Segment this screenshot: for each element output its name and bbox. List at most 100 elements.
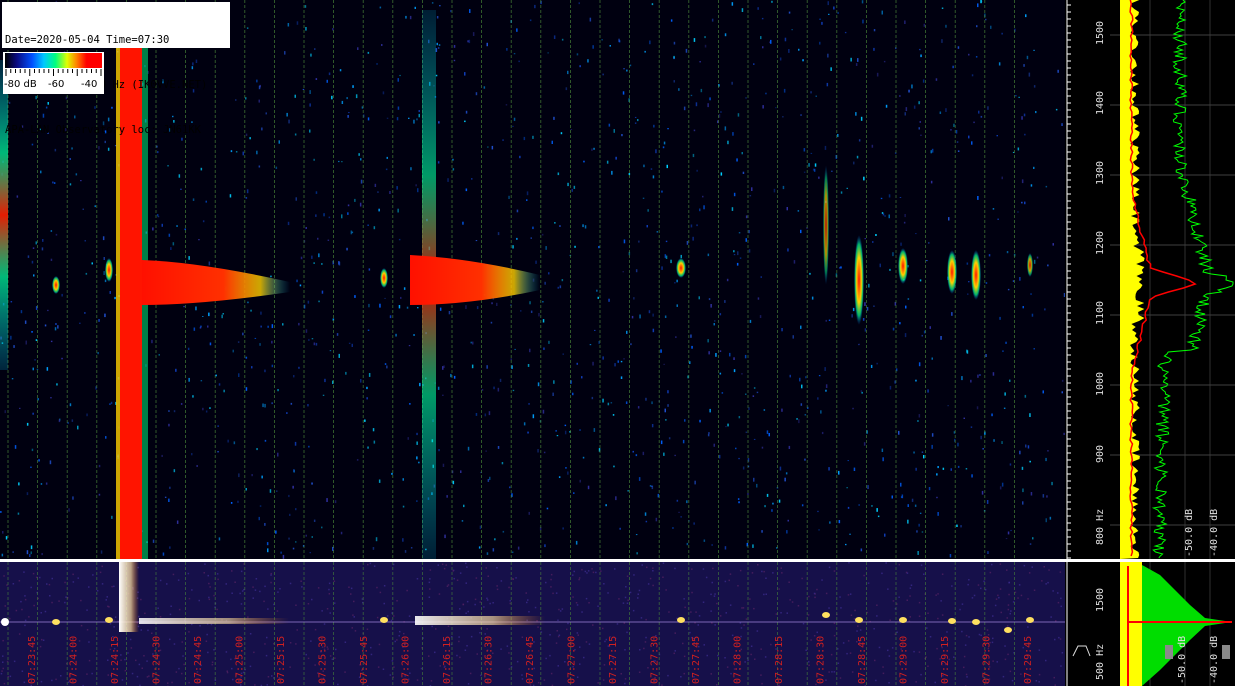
- lower-noise-speck: [839, 596, 841, 598]
- noise-speck: [315, 342, 318, 346]
- lower-noise-speck: [749, 598, 751, 600]
- noise-speck: [674, 454, 676, 457]
- noise-speck: [512, 125, 514, 127]
- lower-noise-speck: [992, 660, 994, 662]
- lower-noise-speck: [896, 631, 898, 633]
- noise-speck: [831, 170, 833, 172]
- noise-speck: [415, 184, 417, 187]
- lower-noise-speck: [1055, 620, 1057, 622]
- noise-speck: [1046, 495, 1048, 498]
- noise-speck: [678, 511, 680, 513]
- lower-noise-speck: [863, 574, 865, 577]
- lower-noise-speck: [99, 571, 102, 574]
- noise-speck: [1061, 379, 1064, 382]
- noise-speck: [207, 325, 209, 328]
- noise-speck: [926, 260, 928, 262]
- noise-speck: [561, 279, 564, 282]
- noise-speck: [1004, 392, 1006, 396]
- echo-blob-0724-10: [105, 258, 113, 282]
- noise-speck: [915, 467, 917, 471]
- noise-speck: [853, 161, 855, 165]
- noise-speck: [193, 327, 196, 331]
- lower-noise-speck: [204, 563, 206, 565]
- noise-speck: [532, 226, 534, 230]
- noise-speck: [560, 132, 563, 135]
- lower-noise-speck: [271, 675, 273, 677]
- lower-noise-speck: [714, 593, 716, 595]
- noise-speck: [258, 516, 260, 521]
- noise-speck: [223, 389, 225, 393]
- noise-speck: [985, 18, 987, 21]
- noise-speck: [753, 387, 756, 389]
- lower-noise-speck: [459, 608, 461, 610]
- color-scale-ticks: [5, 69, 102, 76]
- noise-speck: [817, 510, 819, 513]
- noise-speck: [667, 404, 669, 407]
- lower-noise-speck: [1027, 626, 1029, 628]
- noise-speck: [308, 445, 310, 448]
- lower-noise-speck: [300, 580, 302, 582]
- lower-noise-speck: [1020, 673, 1022, 675]
- lower-noise-speck: [966, 676, 968, 678]
- noise-speck: [826, 82, 829, 87]
- noise-speck: [561, 38, 564, 41]
- noise-speck: [351, 231, 354, 234]
- noise-speck: [418, 110, 420, 113]
- lower-noise-speck: [240, 603, 243, 605]
- lower-noise-speck: [1, 670, 3, 672]
- lower-noise-speck: [289, 666, 291, 668]
- noise-speck: [686, 500, 688, 504]
- noise-speck: [852, 307, 855, 312]
- lower-noise-speck: [682, 642, 684, 645]
- noise-speck: [233, 441, 236, 445]
- lower-noise-speck: [965, 634, 968, 637]
- noise-speck: [544, 281, 546, 285]
- lower-noise-speck: [393, 666, 395, 668]
- noise-speck: [751, 187, 753, 191]
- noise-speck: [579, 479, 581, 483]
- noise-speck: [762, 46, 764, 49]
- noise-speck: [696, 169, 698, 172]
- noise-speck: [881, 10, 883, 15]
- lower-noise-speck: [559, 610, 562, 612]
- lower-noise-speck: [573, 570, 575, 573]
- lower-noise-speck: [429, 588, 431, 590]
- noise-speck: [1007, 288, 1010, 291]
- noise-speck: [982, 448, 984, 450]
- noise-speck: [53, 182, 56, 184]
- noise-speck: [29, 553, 31, 557]
- lower-noise-speck: [702, 568, 705, 570]
- lower-noise-speck: [225, 583, 227, 585]
- noise-speck: [738, 457, 740, 460]
- lower-noise-speck: [603, 664, 606, 666]
- noise-speck: [41, 553, 43, 556]
- lower-noise-speck: [1006, 617, 1008, 619]
- lower-noise-speck: [757, 564, 759, 566]
- noise-speck: [557, 286, 559, 289]
- lower-noise-speck: [833, 622, 836, 625]
- noise-speck: [26, 550, 29, 555]
- lower-noise-speck: [614, 568, 616, 570]
- noise-speck: [302, 88, 305, 90]
- noise-speck: [351, 343, 353, 347]
- noise-speck: [328, 72, 331, 76]
- noise-speck: [1025, 444, 1027, 448]
- noise-speck: [680, 254, 682, 259]
- noise-speck: [260, 311, 262, 315]
- lower-noise-speck: [878, 646, 881, 649]
- noise-speck: [110, 401, 113, 405]
- lower-noise-speck: [537, 681, 540, 684]
- lower-noise-speck: [662, 576, 664, 578]
- noise-speck: [1001, 441, 1003, 444]
- lower-noise-speck: [1058, 636, 1060, 639]
- noise-speck: [554, 222, 556, 224]
- noise-speck: [50, 230, 53, 232]
- noise-speck: [277, 452, 279, 457]
- lower-noise-speck: [641, 564, 643, 566]
- noise-speck: [264, 369, 266, 373]
- lower-noise-speck: [373, 565, 376, 567]
- noise-speck: [960, 525, 962, 528]
- lower-noise-speck: [9, 617, 11, 620]
- lower-noise-speck: [789, 599, 791, 601]
- echo-blob-0727-45: [676, 258, 686, 278]
